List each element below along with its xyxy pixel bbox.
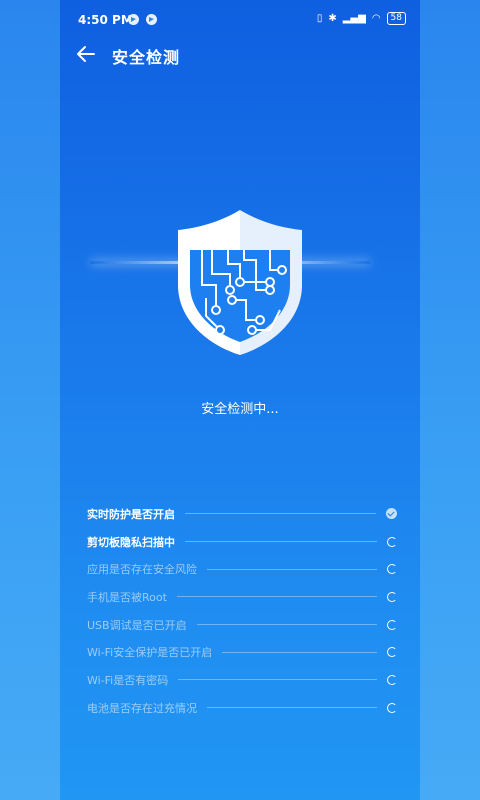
bluetooth-icon: ✱ (328, 13, 337, 24)
vibrate-icon: ▯ (316, 13, 323, 24)
loading-spinner-icon (387, 702, 397, 713)
loading-spinner-icon (387, 674, 397, 685)
list-item: 应用是否存在安全风险 (87, 555, 397, 583)
check-label: Wi-Fi安全保护是否已开启 (87, 646, 213, 660)
check-list: 实时防护是否开启 剪切板隐私扫描中 应用是否存在安全风险 手机是否被Root U… (87, 500, 397, 722)
leader-line (196, 624, 377, 626)
check-label: Wi-Fi是否有密码 (87, 673, 169, 687)
wifi-icon: ◠ (371, 13, 381, 24)
loading-spinner-icon (387, 564, 397, 575)
list-item: 实时防护是否开启 (87, 500, 397, 528)
loading-spinner-icon (387, 619, 397, 630)
leader-line (207, 568, 377, 570)
list-item: Wi-Fi是否有密码 (87, 666, 397, 694)
leader-line (222, 651, 377, 653)
leader-line (185, 513, 376, 515)
loading-spinner-icon (387, 536, 397, 547)
telegram-icon (128, 14, 139, 25)
signal-icon: ▂▄▆ (342, 13, 366, 24)
status-time: 4:50 PM (78, 13, 133, 27)
check-label: USB调试是否已开启 (87, 618, 187, 632)
telegram-icon (146, 14, 157, 25)
leader-line (207, 707, 377, 709)
header: 安全检测 (60, 38, 420, 72)
list-item: 电池是否存在过充情况 (87, 694, 397, 722)
side-backdrop-right (420, 0, 480, 800)
arrow-left-icon[interactable] (74, 42, 98, 66)
scan-status-text: 安全检测中... (201, 402, 279, 417)
status-icons: ▯ ✱ ▂▄▆ ◠ 58 (317, 12, 406, 25)
status-bar: 4:50 PM ▯ ✱ ▂▄▆ ◠ 58 (60, 0, 420, 40)
check-label: 实时防护是否开启 (87, 507, 175, 521)
list-item: Wi-Fi安全保护是否已开启 (87, 638, 397, 666)
battery-icon: 58 (386, 12, 406, 25)
check-label: 应用是否存在安全风险 (87, 563, 197, 577)
shield-icon (178, 210, 302, 355)
leader-line (176, 596, 377, 598)
loading-spinner-icon (387, 647, 397, 658)
screen: 4:50 PM ▯ ✱ ▂▄▆ ◠ 58 安全检测 安全检测中... 实时防护是… (60, 0, 420, 800)
side-backdrop-left (0, 0, 60, 800)
check-done-icon (386, 508, 397, 520)
list-item: 剪切板隐私扫描中 (87, 528, 397, 556)
leader-line (178, 679, 377, 681)
check-label: 剪切板隐私扫描中 (87, 535, 175, 549)
check-label: 手机是否被Root (87, 590, 167, 604)
list-item: 手机是否被Root (87, 583, 397, 611)
loading-spinner-icon (387, 591, 397, 602)
page-title: 安全检测 (112, 48, 181, 67)
list-item: USB调试是否已开启 (87, 611, 397, 639)
leader-line (185, 541, 377, 543)
check-label: 电池是否存在过充情况 (87, 701, 197, 715)
